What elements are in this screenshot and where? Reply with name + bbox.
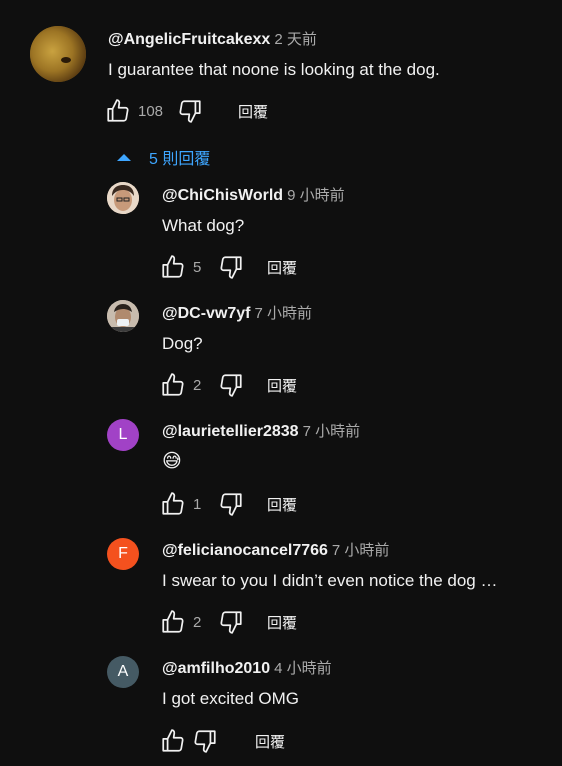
- avatar[interactable]: [107, 300, 139, 332]
- thumbs-down-icon: [220, 493, 242, 516]
- comment-time[interactable]: 7 小時前: [303, 423, 361, 440]
- dislike-button[interactable]: [217, 371, 245, 399]
- reply-button[interactable]: 回覆: [267, 375, 297, 396]
- avatar-letter: A: [117, 663, 129, 680]
- comment-header: @ChiChisWorld 9 小時前: [162, 184, 345, 205]
- comment-text: I got excited OMG: [162, 689, 299, 708]
- comment-author[interactable]: @amfilho2010: [162, 660, 270, 677]
- thumbs-down-icon: [220, 256, 242, 279]
- comment-actions: 108 回覆: [104, 97, 268, 125]
- like-button[interactable]: [159, 371, 187, 399]
- comments-panel: @AngelicFruitcakexx 2 天前 I guarantee that…: [0, 0, 562, 766]
- avatar-image: [107, 182, 139, 214]
- comment-actions: 1 回覆: [159, 490, 297, 518]
- comment-author[interactable]: @AngelicFruitcakexx: [108, 31, 270, 48]
- dislike-button[interactable]: [217, 608, 245, 636]
- like-button[interactable]: [159, 608, 187, 636]
- thumbs-down-icon: [194, 730, 216, 753]
- comment-author[interactable]: @DC-vw7yf: [162, 305, 251, 322]
- like-count: 2: [193, 613, 202, 631]
- comment-text: Dog?: [162, 334, 203, 353]
- replies-toggle-label: 5 則回覆: [149, 151, 211, 168]
- caret-up-icon: [117, 153, 131, 161]
- like-count: 108: [138, 102, 164, 120]
- thumbs-down-icon: [179, 100, 201, 123]
- like-count: 1: [193, 495, 202, 513]
- like-button[interactable]: [104, 97, 132, 125]
- thumbs-up-icon: [162, 373, 184, 396]
- reply-button[interactable]: 回覆: [255, 731, 285, 752]
- comment-header: @DC-vw7yf 7 小時前: [162, 302, 312, 323]
- thumbs-up-icon: [162, 492, 184, 515]
- avatar[interactable]: A: [107, 656, 139, 688]
- avatar[interactable]: [107, 182, 139, 214]
- comment-actions: 回覆: [159, 727, 285, 755]
- dislike-button[interactable]: [176, 97, 204, 125]
- avatar[interactable]: F: [107, 538, 139, 570]
- like-count: 5: [193, 258, 202, 276]
- thumbs-up-icon: [162, 729, 184, 752]
- dislike-button[interactable]: [217, 253, 245, 281]
- avatar-image: [30, 26, 86, 82]
- comment-text: I swear to you I didn’t even notice the …: [162, 571, 498, 590]
- comment-actions: 2 回覆: [159, 608, 297, 636]
- avatar-image: [107, 300, 139, 332]
- comment-header: @laurietellier2838 7 小時前: [162, 420, 360, 441]
- reply-button[interactable]: 回覆: [267, 257, 297, 278]
- reply-button[interactable]: 回覆: [238, 101, 268, 122]
- comment-actions: 5 回覆: [159, 253, 297, 281]
- avatar[interactable]: L: [107, 419, 139, 451]
- comment-author[interactable]: @laurietellier2838: [162, 423, 299, 440]
- comment-time[interactable]: 2 天前: [274, 31, 317, 48]
- comment-time[interactable]: 7 小時前: [255, 305, 313, 322]
- comment-text: What dog?: [162, 216, 245, 235]
- comment-text: 😅: [162, 451, 182, 472]
- reply-button[interactable]: 回覆: [267, 494, 297, 515]
- reply-button[interactable]: 回覆: [267, 612, 297, 633]
- comment-header: @AngelicFruitcakexx 2 天前: [108, 28, 317, 49]
- avatar-letter: L: [118, 426, 128, 443]
- like-count: 2: [193, 376, 202, 394]
- thumbs-down-icon: [220, 374, 242, 397]
- dislike-button[interactable]: [191, 727, 219, 755]
- comment-time[interactable]: 7 小時前: [332, 542, 390, 559]
- avatar[interactable]: [30, 26, 86, 82]
- comment-author[interactable]: @ChiChisWorld: [162, 187, 283, 204]
- thumbs-down-icon: [220, 611, 242, 634]
- comment-author[interactable]: @felicianocancel7766: [162, 542, 328, 559]
- comment-time[interactable]: 4 小時前: [274, 660, 332, 677]
- replies-toggle[interactable]: 5 則回覆: [114, 144, 210, 170]
- like-button[interactable]: [159, 253, 187, 281]
- thumbs-up-icon: [162, 610, 184, 633]
- comment-time[interactable]: 9 小時前: [287, 187, 345, 204]
- dislike-button[interactable]: [217, 490, 245, 518]
- comment-header: @felicianocancel7766 7 小時前: [162, 539, 389, 560]
- thumbs-up-icon: [107, 99, 129, 122]
- comment-actions: 2 回覆: [159, 371, 297, 399]
- like-button[interactable]: [159, 727, 187, 755]
- thumbs-up-icon: [162, 255, 184, 278]
- like-button[interactable]: [159, 490, 187, 518]
- avatar-letter: F: [118, 545, 128, 562]
- comment-header: @amfilho2010 4 小時前: [162, 657, 332, 678]
- comment-text: I guarantee that noone is looking at the…: [108, 60, 440, 79]
